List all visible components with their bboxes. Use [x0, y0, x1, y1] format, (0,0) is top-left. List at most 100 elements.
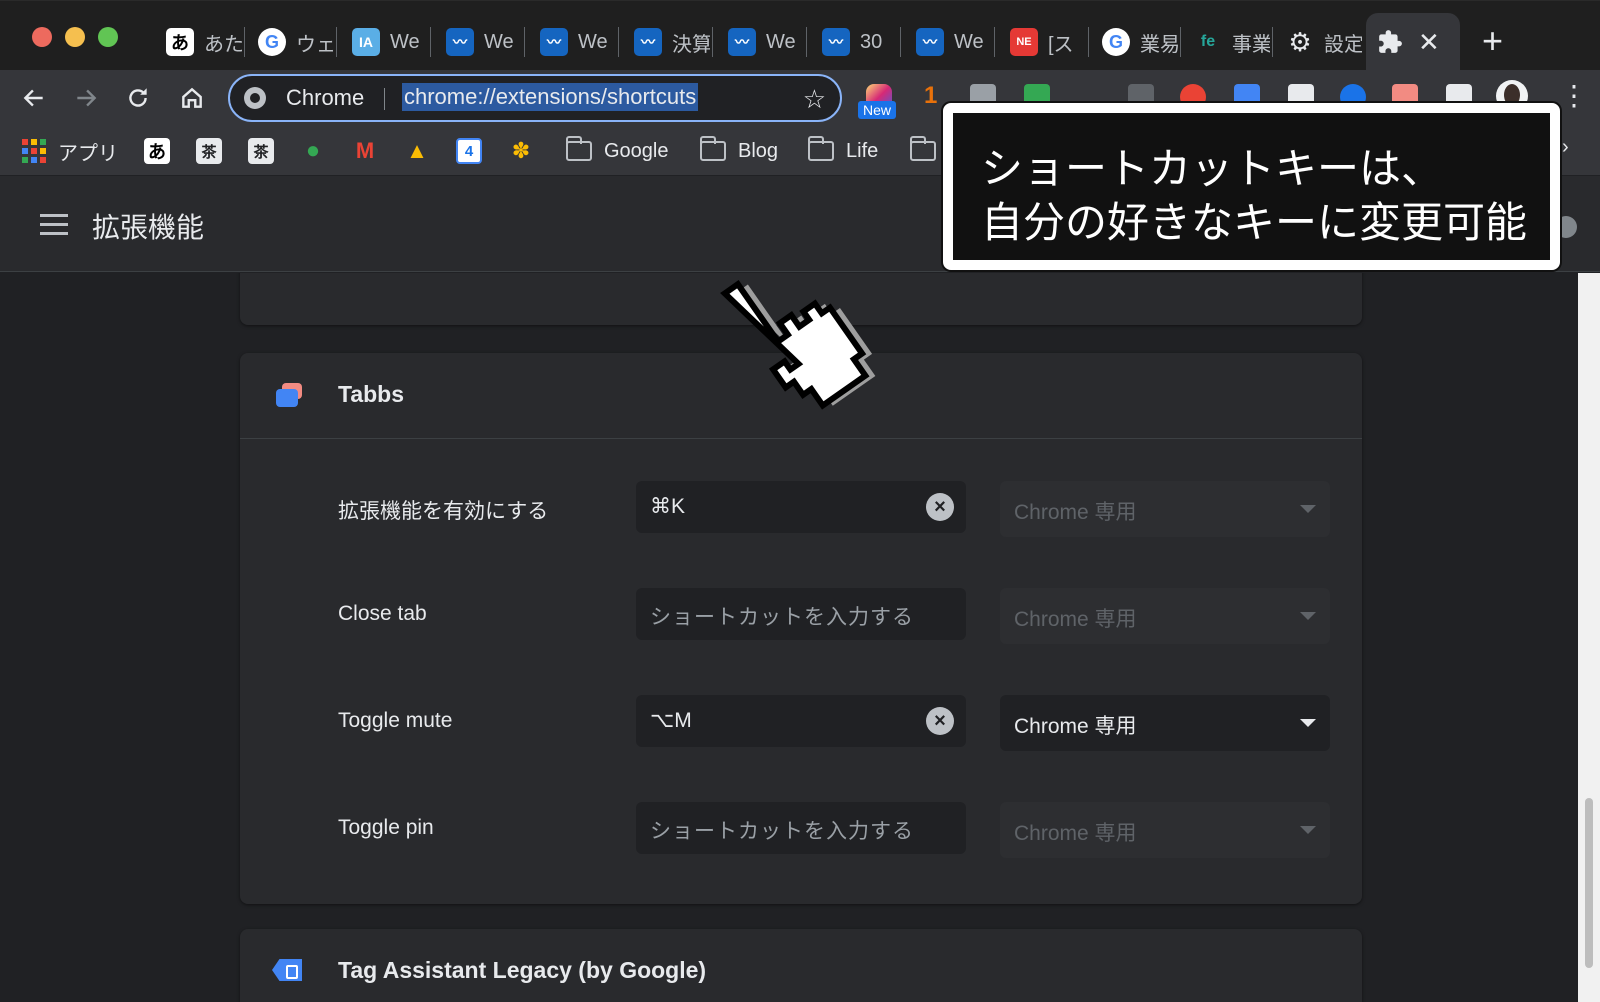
- scope-value: Chrome 専用: [1014, 501, 1137, 524]
- badge-count[interactable]: 1: [924, 82, 937, 110]
- google-icon: G: [1102, 28, 1130, 56]
- tab-10[interactable]: NE [ス: [1000, 13, 1086, 71]
- tab-9[interactable]: 〰 We: [906, 13, 992, 71]
- forward-arrow-icon: [77, 89, 97, 107]
- bookmark-kanji-1[interactable]: 茶: [196, 136, 222, 166]
- tab-2[interactable]: G ウェ: [248, 13, 334, 71]
- shortcut-input[interactable]: ⌘K ×: [636, 481, 966, 533]
- url-text[interactable]: chrome://extensions/shortcuts: [402, 83, 699, 111]
- home-icon: [182, 87, 202, 108]
- shortcut-placeholder: ショートカットを入力する: [650, 606, 914, 629]
- reload-button[interactable]: [118, 78, 158, 118]
- command-label: Close tab: [338, 602, 427, 625]
- hand-pointer-icon: [720, 280, 876, 410]
- bookmark-kanji-2[interactable]: 茶: [248, 136, 274, 166]
- extension-name: Tabbs: [338, 381, 405, 407]
- shortcut-value: ⌘K: [650, 495, 686, 518]
- back-arrow-icon: [23, 89, 43, 107]
- command-label: 拡張機能を有効にする: [338, 500, 549, 523]
- tab-strip: あ あた G ウェ IA We 〰 We 〰 We 〰 決算 〰 We 〰 30…: [0, 0, 1600, 71]
- reload-icon: [129, 88, 147, 107]
- bookmark-maps[interactable]: ●: [300, 136, 326, 166]
- wave-icon: 〰: [446, 28, 474, 56]
- tab-6[interactable]: 〰 決算: [624, 13, 710, 71]
- back-button[interactable]: [14, 78, 54, 118]
- puzzle-icon: [1376, 28, 1404, 56]
- scope-select[interactable]: Chrome 専用: [1000, 695, 1330, 751]
- bookmark-drive[interactable]: ▲: [404, 136, 430, 166]
- photos-icon: ✽: [511, 138, 531, 163]
- bookmark-ata[interactable]: あ: [144, 136, 170, 166]
- wave-icon: 〰: [916, 28, 944, 56]
- annotation-callout: ショートカットキーは、 自分の好きなキーに変更可能: [943, 103, 1560, 270]
- shortcut-input[interactable]: ⌥M ×: [636, 695, 966, 747]
- command-label: Toggle pin: [338, 816, 434, 839]
- tab-7[interactable]: 〰 We: [718, 13, 804, 71]
- apps-grid-icon: [22, 139, 46, 163]
- tag-icon: [272, 959, 302, 981]
- bookmark-star-icon[interactable]: ☆: [803, 84, 826, 115]
- tab-3[interactable]: IA We: [342, 13, 428, 71]
- kebab-menu-icon[interactable]: ⋮: [1560, 82, 1588, 110]
- kanji-icon: 茶: [196, 138, 222, 164]
- minimize-window-button[interactable]: [65, 27, 85, 47]
- extension-card-tag-assistant: Tag Assistant Legacy (by Google): [240, 929, 1362, 1002]
- tab-5[interactable]: 〰 We: [530, 13, 616, 71]
- ata-icon: あ: [166, 28, 194, 56]
- scrollbar[interactable]: [1578, 273, 1600, 1002]
- chevron-down-icon: [1300, 719, 1316, 727]
- new-tab-button[interactable]: +: [1482, 21, 1503, 61]
- home-button[interactable]: [172, 78, 212, 118]
- clear-shortcut-icon[interactable]: ×: [926, 493, 954, 521]
- bookmark-folder-google[interactable]: Google: [566, 136, 669, 166]
- shortcut-row: Toggle pin ショートカットを入力する Chrome 専用: [240, 802, 1362, 858]
- close-tab-icon[interactable]: ✕: [1418, 27, 1440, 57]
- scrollbar-thumb[interactable]: [1585, 798, 1593, 968]
- ata-icon: あ: [144, 138, 170, 164]
- tab-extensions-active[interactable]: [1366, 13, 1460, 71]
- scope-select: Chrome 専用: [1000, 588, 1330, 644]
- next-icon: NE: [1010, 28, 1038, 56]
- shortcut-input[interactable]: ショートカットを入力する: [636, 588, 966, 640]
- shortcut-input[interactable]: ショートカットを入力する: [636, 802, 966, 854]
- shortcut-row: Toggle mute ⌥M × Chrome 専用: [240, 695, 1362, 751]
- bookmark-calendar[interactable]: 4: [456, 136, 482, 166]
- forward-button[interactable]: [66, 78, 106, 118]
- ia-icon: IA: [352, 28, 380, 56]
- shortcut-row: Close tab ショートカットを入力する Chrome 専用: [240, 588, 1362, 644]
- chrome-site-icon: [244, 87, 266, 109]
- scope-select: Chrome 専用: [1000, 481, 1330, 537]
- wave-icon: 〰: [540, 28, 568, 56]
- chevron-down-icon: [1300, 612, 1316, 620]
- bookmark-apps[interactable]: アプリ: [22, 136, 118, 166]
- scope-select: Chrome 専用: [1000, 802, 1330, 858]
- bookmark-folder-blog[interactable]: Blog: [700, 136, 778, 166]
- omnibox[interactable]: Chrome chrome://extensions/shortcuts ☆: [228, 74, 842, 122]
- new-badge: New: [858, 101, 897, 119]
- scope-value: Chrome 専用: [1014, 715, 1137, 738]
- tab-11[interactable]: G 業易: [1092, 13, 1178, 71]
- bookmark-photos[interactable]: ✽: [508, 136, 534, 166]
- gear-icon: ⚙: [1288, 26, 1312, 57]
- folder-icon: [700, 136, 726, 161]
- menu-icon[interactable]: [40, 214, 68, 235]
- bookmark-folder[interactable]: [910, 136, 936, 166]
- chevron-down-icon: [1300, 826, 1316, 834]
- shortcut-value: ⌥M: [650, 709, 692, 732]
- folder-icon: [910, 136, 936, 161]
- tab-12[interactable]: fe 事業: [1184, 13, 1270, 71]
- close-window-button[interactable]: [32, 27, 52, 47]
- tab-4[interactable]: 〰 We: [436, 13, 522, 71]
- clear-shortcut-icon[interactable]: ×: [926, 707, 954, 735]
- zoom-window-button[interactable]: [98, 27, 118, 47]
- chevron-right-icon[interactable]: ›: [1562, 136, 1569, 159]
- tab-13[interactable]: ⚙ 設定: [1276, 13, 1362, 71]
- bookmark-folder-life[interactable]: Life: [808, 136, 878, 166]
- maps-icon: ●: [305, 137, 321, 164]
- omnibox-chip: Chrome: [286, 85, 365, 110]
- google-icon: G: [258, 28, 286, 56]
- bookmark-gmail[interactable]: M: [352, 136, 378, 166]
- tab-8[interactable]: 〰 30: [812, 13, 898, 71]
- tab-1[interactable]: あ あた: [156, 13, 242, 71]
- shortcut-placeholder: ショートカットを入力する: [650, 820, 914, 843]
